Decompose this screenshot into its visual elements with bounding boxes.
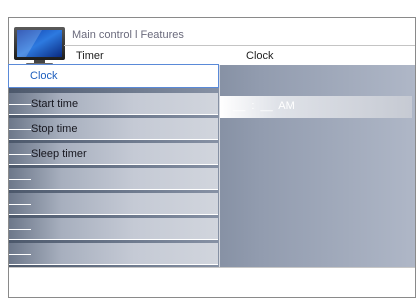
menu-item-empty bbox=[9, 193, 218, 215]
menu-item-stop-time[interactable]: Stop time bbox=[9, 118, 218, 140]
item-dash bbox=[9, 179, 31, 180]
breadcrumb: Main control l Features bbox=[72, 29, 184, 41]
item-dash bbox=[9, 129, 31, 130]
menu-item-label: Sleep timer bbox=[31, 148, 87, 160]
menu-item-sleep-timer[interactable]: Sleep timer bbox=[9, 143, 218, 165]
header-divider bbox=[64, 45, 415, 46]
item-dash bbox=[9, 229, 31, 230]
item-dash bbox=[9, 154, 31, 155]
footer-divider bbox=[9, 267, 415, 268]
menu-item-label: Start time bbox=[31, 98, 79, 110]
item-dash bbox=[9, 204, 31, 205]
menu-item-empty bbox=[9, 218, 218, 240]
timer-column-title: Timer bbox=[76, 50, 104, 62]
clock-value: __ : __ AM bbox=[233, 100, 295, 112]
tv-icon bbox=[14, 27, 65, 67]
menu-item-clock[interactable]: Clock bbox=[8, 64, 219, 88]
item-dash bbox=[9, 104, 31, 105]
clock-column-title: Clock bbox=[246, 50, 274, 62]
menu-item-label: Stop time bbox=[31, 123, 78, 135]
tv-menu-screen: Main control l Features Timer Clock Cloc… bbox=[0, 0, 418, 299]
menu-item-empty bbox=[9, 168, 218, 190]
item-dash bbox=[9, 254, 31, 255]
menu-item-label: Clock bbox=[30, 70, 58, 82]
clock-value-row[interactable]: __ : __ AM bbox=[220, 96, 412, 118]
menu-item-start-time[interactable]: Start time bbox=[9, 93, 218, 115]
menu-item-empty bbox=[9, 243, 218, 265]
timer-menu-list: Clock Start time Stop time Sleep timer bbox=[8, 64, 219, 267]
